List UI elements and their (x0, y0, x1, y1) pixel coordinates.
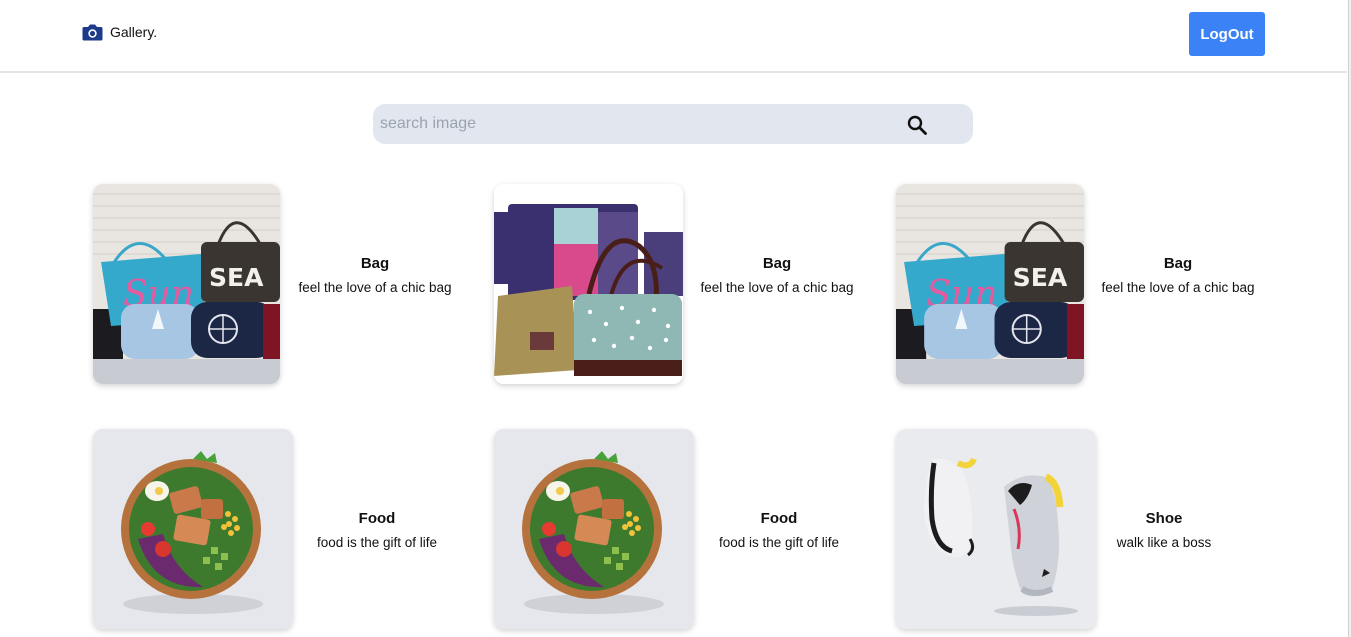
brand-label: Gallery. (110, 24, 158, 40)
card-title: Food (358, 510, 396, 527)
card-description: feel the love of a chic bag (700, 280, 854, 295)
card-title: Bag (1163, 255, 1193, 272)
bag-image[interactable] (93, 184, 280, 384)
page: { "header": { "brand_label": "Gallery.",… (0, 0, 1351, 637)
card-info: Bag feel the love of a chic bag (697, 255, 857, 298)
food-image[interactable] (494, 429, 694, 629)
search-input[interactable] (380, 104, 900, 144)
top-navbar: Gallery. LogOut (0, 0, 1347, 73)
bag-image[interactable] (494, 184, 683, 384)
card-description: feel the love of a chic bag (1101, 280, 1255, 295)
card-title: Bag (762, 255, 792, 272)
card-info: Food food is the gift of life (297, 510, 457, 553)
card-description: food is the gift of life (718, 535, 840, 550)
card-description: walk like a boss (1116, 535, 1212, 550)
bag-image[interactable] (896, 184, 1084, 384)
card-info: Bag feel the love of a chic bag (1098, 255, 1258, 298)
card-description: food is the gift of life (316, 535, 438, 550)
search-bar (373, 104, 973, 144)
card-title: Bag (360, 255, 390, 272)
card-info: Shoe walk like a boss (1084, 510, 1244, 553)
camera-icon (82, 24, 103, 41)
card-description: feel the love of a chic bag (298, 280, 452, 295)
card-info: Food food is the gift of life (699, 510, 859, 553)
shoe-image[interactable] (896, 429, 1096, 629)
card-title: Shoe (1145, 510, 1183, 527)
search-icon[interactable] (906, 114, 928, 136)
logout-button[interactable]: LogOut (1189, 12, 1265, 56)
brand[interactable]: Gallery. (82, 23, 157, 41)
food-image[interactable] (93, 429, 293, 629)
card-info: Bag feel the love of a chic bag (295, 255, 455, 298)
card-title: Food (760, 510, 798, 527)
